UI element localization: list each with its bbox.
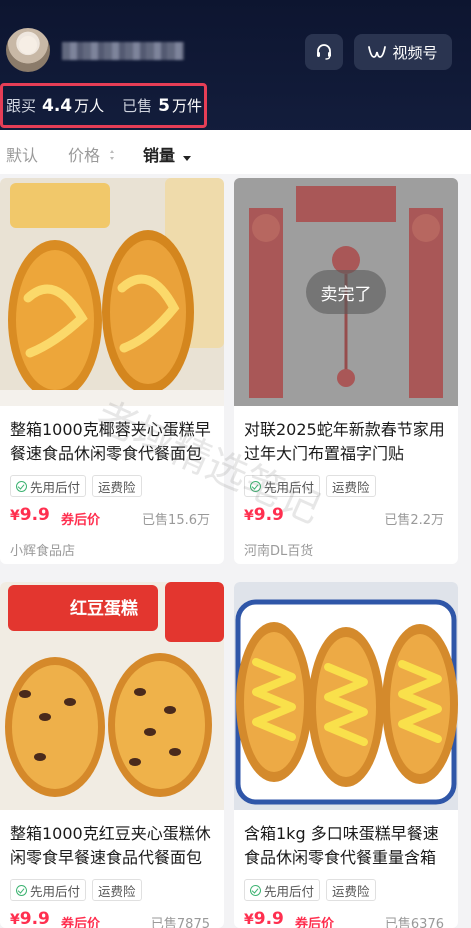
product-title: 整箱1000克红豆夹心蛋糕休闲零食早餐速食品代餐面包 bbox=[10, 824, 211, 867]
sold-value: 5 bbox=[158, 95, 171, 116]
shipping-insurance-tag: 运费险 bbox=[326, 879, 376, 901]
sort-sales-label: 销量 bbox=[143, 146, 176, 165]
pay-later-label: 先用后付 bbox=[264, 883, 315, 899]
product-card[interactable]: 红豆蛋糕 整箱1000克红豆夹心蛋糕休闲零食早餐速食品代餐面包 先用后付 运费险… bbox=[0, 582, 224, 928]
service-tags: 先用后付 运费险 bbox=[10, 475, 142, 497]
product-image bbox=[234, 582, 458, 810]
service-tags: 先用后付 运费险 bbox=[10, 879, 142, 901]
service-tags: 先用后付 运费险 bbox=[244, 879, 376, 901]
video-channel-icon bbox=[368, 46, 387, 58]
sold-count: 已售15.6万 bbox=[142, 513, 210, 528]
sold-out-badge: 卖完了 bbox=[306, 270, 386, 314]
sort-price-label: 价格 bbox=[68, 146, 101, 165]
sold-count: 已售2.2万 bbox=[384, 513, 444, 528]
follow-value: 4.4 bbox=[42, 95, 73, 116]
video-channel-button[interactable]: 视频号 bbox=[354, 34, 452, 70]
sort-sales[interactable]: 销量 bbox=[143, 142, 191, 166]
pay-later-tag: 先用后付 bbox=[10, 475, 87, 497]
pay-later-tag: 先用后付 bbox=[244, 475, 321, 497]
product-feed[interactable]: 默认 价格 销量 整箱1000克椰蓉夹心蛋糕早餐速食品休闲零食代餐面包 先用后付… bbox=[0, 130, 471, 928]
price: ¥9.9 bbox=[244, 505, 284, 525]
product-image: 卖完了 bbox=[234, 178, 458, 406]
check-circle-icon bbox=[16, 884, 27, 896]
product-image bbox=[0, 178, 224, 406]
service-tags: 先用后付 运费险 bbox=[244, 475, 376, 497]
sort-bar: 默认 价格 销量 bbox=[0, 130, 471, 174]
price: ¥9.9 bbox=[10, 909, 50, 928]
shop-name-blurred bbox=[62, 42, 184, 60]
product-card[interactable]: 整箱1000克椰蓉夹心蛋糕早餐速食品休闲零食代餐面包 先用后付 运费险 ¥9.9… bbox=[0, 178, 224, 564]
shipping-insurance-tag: 运费险 bbox=[92, 475, 142, 497]
shipping-insurance-tag: 运费险 bbox=[92, 879, 142, 901]
product-card[interactable]: 含箱1kg 多口味蛋糕早餐速食品休闲零食代餐重量含箱 先用后付 运费险 ¥9.9… bbox=[234, 582, 458, 928]
sort-default[interactable]: 默认 bbox=[6, 142, 38, 166]
package-label: 红豆蛋糕 bbox=[70, 598, 138, 619]
shop-name[interactable]: 小辉食品店 bbox=[10, 540, 75, 559]
follow-label: 跟买 bbox=[6, 97, 37, 115]
customer-service-button[interactable] bbox=[305, 34, 343, 70]
check-circle-icon bbox=[16, 480, 27, 492]
price: ¥9.9 bbox=[10, 505, 50, 525]
sort-price[interactable]: 价格 bbox=[68, 142, 115, 166]
sold-count: 已售6376 bbox=[384, 917, 444, 928]
pay-later-label: 先用后付 bbox=[264, 479, 315, 495]
shop-header: 视频号 跟买 4.4 万人 已售 5 万件 bbox=[0, 0, 471, 135]
price-value: 9.9 bbox=[19, 505, 50, 525]
pay-later-tag: 先用后付 bbox=[10, 879, 87, 901]
follow-unit: 万人 bbox=[74, 97, 105, 115]
sort-updown-icon bbox=[110, 150, 115, 160]
avatar[interactable] bbox=[6, 28, 50, 72]
check-circle-icon bbox=[250, 884, 261, 896]
pay-later-tag: 先用后付 bbox=[244, 879, 321, 901]
check-circle-icon bbox=[250, 480, 261, 492]
coupon-price-label: 券后价 bbox=[61, 513, 101, 528]
coupon-price-label: 券后价 bbox=[61, 917, 101, 928]
price-value: 9.9 bbox=[253, 505, 284, 525]
pay-later-label: 先用后付 bbox=[30, 479, 81, 495]
price-value: 9.9 bbox=[19, 909, 50, 928]
headset-icon bbox=[317, 44, 331, 60]
product-card[interactable]: 卖完了 对联2025蛇年新款春节家用过年大门布置福字门贴 先用后付 运费险 ¥9… bbox=[234, 178, 458, 564]
video-channel-label: 视频号 bbox=[392, 43, 438, 62]
product-title: 含箱1kg 多口味蛋糕早餐速食品休闲零食代餐重量含箱 bbox=[244, 824, 439, 867]
shipping-insurance-tag: 运费险 bbox=[326, 475, 376, 497]
sold-label: 已售 bbox=[122, 97, 153, 115]
price-value: 9.9 bbox=[253, 909, 284, 928]
sold-unit: 万件 bbox=[172, 97, 203, 115]
price: ¥9.9 bbox=[244, 909, 284, 928]
sales-stats: 跟买 4.4 万人 已售 5 万件 bbox=[0, 83, 207, 128]
sold-count: 已售7875 bbox=[150, 917, 210, 928]
shop-name[interactable]: 河南DL百货 bbox=[244, 540, 313, 559]
caret-down-icon bbox=[182, 156, 191, 161]
pay-later-label: 先用后付 bbox=[30, 883, 81, 899]
coupon-price-label: 券后价 bbox=[295, 917, 335, 928]
product-title: 对联2025蛇年新款春节家用过年大门布置福字门贴 bbox=[244, 420, 445, 463]
product-title: 整箱1000克椰蓉夹心蛋糕早餐速食品休闲零食代餐面包 bbox=[10, 420, 211, 463]
product-image: 红豆蛋糕 bbox=[0, 582, 224, 810]
